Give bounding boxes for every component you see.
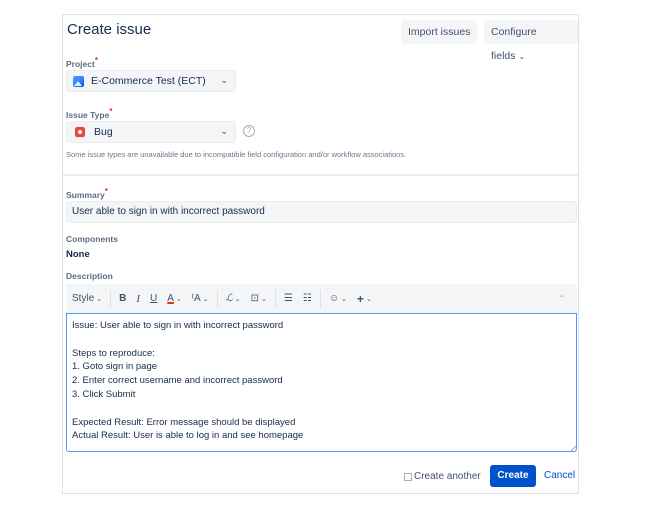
project-select[interactable]: E-Commerce Test (ECT) ⌄ bbox=[66, 70, 236, 92]
section-divider bbox=[63, 174, 578, 176]
chevron-down-icon: ⌄ bbox=[202, 295, 209, 303]
create-issue-dialog: Create issue Import issues Configure fie… bbox=[62, 14, 579, 494]
text-effects-icon: ᵗA bbox=[191, 293, 201, 304]
chevron-down-icon: ⌄ bbox=[96, 295, 103, 303]
create-another-label: Create another bbox=[414, 471, 481, 482]
chevron-down-icon: ⌄ bbox=[341, 295, 347, 303]
chevron-down-icon: ⌄ bbox=[234, 295, 241, 303]
style-label: Style bbox=[72, 293, 95, 304]
issue-type-label: Issue Type* bbox=[66, 107, 113, 120]
bold-button[interactable]: B bbox=[114, 289, 131, 309]
project-label: Project* bbox=[66, 56, 98, 69]
project-label-text: Project bbox=[66, 59, 95, 69]
issue-type-hint: Some issue types are unavailable due to … bbox=[66, 150, 407, 159]
editor-toolbar: Style ⌄ B I U A ⌄ ᵗA ⌄ ℒ ⌄ ⊡ ⌄ ☰ ☷ ☺ ⌄ + ⌄ ⌃ bbox=[66, 284, 577, 313]
text-color-icon: A bbox=[167, 293, 174, 304]
required-mark: * bbox=[104, 187, 108, 197]
required-mark: * bbox=[94, 56, 98, 66]
required-mark: * bbox=[109, 107, 113, 117]
attachment-button[interactable]: ⊡ ⌄ bbox=[246, 289, 272, 309]
project-value: E-Commerce Test (ECT) bbox=[91, 75, 206, 87]
bullet-list-button[interactable]: ☰ bbox=[279, 289, 298, 309]
plus-icon: + bbox=[356, 291, 364, 306]
toolbar-separator bbox=[319, 289, 321, 308]
issue-type-value: Bug bbox=[94, 126, 113, 138]
chevron-down-icon: ⌄ bbox=[175, 295, 182, 303]
import-issues-label: Import issues bbox=[408, 26, 471, 38]
attachment-icon: ⊡ bbox=[250, 293, 260, 304]
link-button[interactable]: ℒ ⌄ bbox=[221, 289, 246, 309]
project-avatar-icon bbox=[73, 75, 84, 87]
collapse-toolbar-icon[interactable]: ⌃ bbox=[558, 294, 565, 303]
summary-label-text: Summary bbox=[66, 190, 105, 200]
checkbox-box[interactable] bbox=[404, 472, 412, 481]
chevron-down-icon: ⌄ bbox=[261, 295, 267, 303]
text-effects-button[interactable]: ᵗA ⌄ bbox=[187, 289, 214, 309]
emoji-icon: ☺ bbox=[328, 293, 340, 304]
style-dropdown[interactable]: Style ⌄ bbox=[66, 289, 107, 309]
link-icon: ℒ bbox=[225, 293, 233, 304]
toolbar-separator bbox=[216, 289, 218, 308]
bullet-list-icon: ☰ bbox=[283, 293, 293, 304]
summary-label: Summary* bbox=[66, 187, 108, 200]
numbered-list-button[interactable]: ☷ bbox=[298, 289, 317, 309]
description-editor[interactable]: Issue: User able to sign in with incorre… bbox=[66, 313, 577, 452]
underline-button[interactable]: U bbox=[145, 289, 162, 309]
numbered-list-icon: ☷ bbox=[302, 293, 312, 304]
toolbar-separator bbox=[110, 289, 112, 308]
create-button[interactable]: Create bbox=[490, 465, 536, 487]
chevron-down-icon: ⌄ bbox=[220, 126, 228, 136]
issue-type-label-text: Issue Type bbox=[66, 110, 110, 120]
description-label: Description bbox=[66, 271, 113, 281]
issue-type-select[interactable]: Bug ⌄ bbox=[66, 121, 236, 143]
dialog-title: Create issue bbox=[67, 21, 152, 38]
import-issues-button[interactable]: Import issues bbox=[401, 20, 478, 44]
emoji-button[interactable]: ☺ ⌄ bbox=[324, 289, 352, 309]
configure-fields-label: Configure fields bbox=[491, 26, 537, 62]
chevron-down-icon: ⌄ bbox=[518, 52, 526, 61]
toolbar-separator bbox=[274, 289, 276, 308]
components-label: Components bbox=[66, 234, 118, 244]
bug-icon bbox=[75, 127, 85, 137]
summary-input[interactable]: User able to sign in with incorrect pass… bbox=[66, 201, 577, 223]
chevron-down-icon: ⌄ bbox=[365, 295, 372, 303]
create-another-checkbox[interactable]: Create another bbox=[404, 471, 481, 482]
help-icon[interactable]: ? bbox=[243, 125, 255, 137]
components-value[interactable]: None bbox=[66, 249, 90, 260]
resize-handle-icon[interactable] bbox=[571, 445, 577, 451]
text-color-button[interactable]: A ⌄ bbox=[162, 289, 187, 309]
cancel-button[interactable]: Cancel bbox=[544, 465, 575, 487]
italic-button[interactable]: I bbox=[131, 289, 145, 309]
insert-more-button[interactable]: + ⌄ bbox=[352, 289, 377, 309]
configure-fields-button[interactable]: Configure fields ⌄ bbox=[484, 20, 578, 62]
chevron-down-icon: ⌄ bbox=[220, 75, 228, 85]
